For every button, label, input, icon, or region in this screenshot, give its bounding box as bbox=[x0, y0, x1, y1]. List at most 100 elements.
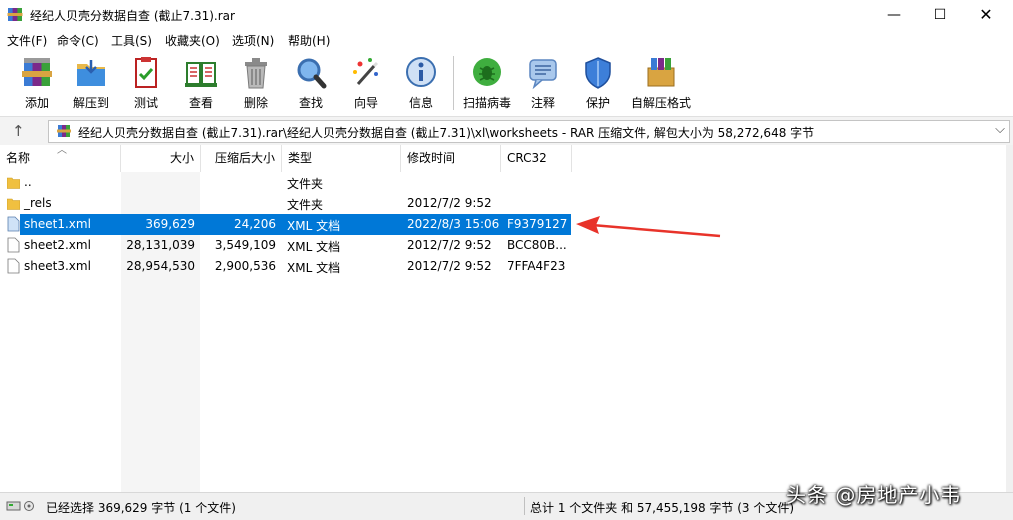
chevron-down-icon[interactable]: ⌵ bbox=[995, 122, 1005, 137]
column-size[interactable]: 大小 bbox=[121, 145, 201, 172]
up-folder-icon[interactable]: ↑ bbox=[12, 122, 25, 140]
comment-icon bbox=[529, 59, 557, 90]
wizard-button[interactable]: 向导 bbox=[339, 54, 393, 112]
path-text: 经纪人贝壳分数据自查 (截止7.31).rar\经纪人贝壳分数据自查 (截止7.… bbox=[78, 126, 815, 140]
column-size-label: 大小 bbox=[169, 151, 194, 165]
column-crc-label: CRC32 bbox=[507, 151, 547, 165]
test-icon bbox=[135, 57, 157, 88]
menu-file[interactable]: 文件(F) bbox=[7, 32, 47, 49]
address-bar: ↑ 经纪人贝壳分数据自查 (截止7.31).rar\经纪人贝壳分数据自查 (截止… bbox=[0, 117, 1013, 145]
delete-icon bbox=[245, 58, 267, 89]
drive-status-icon bbox=[6, 501, 34, 511]
column-modified-label: 修改时间 bbox=[407, 151, 456, 165]
row-modified: 2012/7/2 9:52 bbox=[407, 259, 492, 273]
row-type: XML 文档 bbox=[287, 261, 341, 275]
menu-favorites[interactable]: 收藏夹(O) bbox=[165, 32, 220, 49]
status-divider bbox=[524, 497, 525, 515]
row-modified: 2012/7/2 9:52 bbox=[407, 196, 492, 210]
column-name-label: 名称 bbox=[6, 151, 31, 165]
row-name: sheet1.xml bbox=[24, 217, 91, 231]
menu-help[interactable]: 帮助(H) bbox=[288, 32, 330, 49]
find-icon bbox=[297, 58, 327, 89]
close-button[interactable]: ✕ bbox=[963, 0, 1009, 30]
menu-options[interactable]: 选项(N) bbox=[232, 32, 274, 49]
extract-to-button[interactable]: 解压到 bbox=[64, 54, 118, 112]
table-row[interactable]: _rels 文件夹 2012/7/2 9:52 bbox=[0, 193, 1006, 214]
menu-command[interactable]: 命令(C) bbox=[57, 32, 99, 49]
column-type[interactable]: 类型 bbox=[282, 145, 401, 172]
sfx-button[interactable]: 自解压格式 bbox=[631, 54, 691, 112]
maximize-button[interactable]: ☐ bbox=[917, 0, 963, 30]
file-list: 名称 ︿ 大小 压缩后大小 类型 修改时间 CRC32 .. 文件夹 _rels… bbox=[0, 145, 1006, 492]
watermark: 头条 @房地产小韦 bbox=[786, 483, 962, 507]
column-packed-label: 压缩后大小 bbox=[214, 151, 275, 165]
info-button[interactable]: 信息 bbox=[394, 54, 448, 112]
info-label: 信息 bbox=[408, 96, 433, 110]
column-modified[interactable]: 修改时间 bbox=[401, 145, 501, 172]
protect-label: 保护 bbox=[585, 96, 610, 110]
xml-file-icon bbox=[7, 237, 20, 253]
row-type: 文件夹 bbox=[287, 177, 324, 191]
sfx-label: 自解压格式 bbox=[630, 96, 691, 110]
wizard-icon bbox=[353, 58, 379, 85]
row-type: XML 文档 bbox=[287, 219, 341, 233]
vertical-scrollbar[interactable] bbox=[1006, 145, 1013, 492]
table-row[interactable]: sheet3.xml 28,954,530 2,900,536 XML 文档 2… bbox=[0, 256, 1006, 277]
row-name: _rels bbox=[24, 196, 52, 210]
row-crc: F9379127 bbox=[507, 217, 568, 231]
row-size: 369,629 bbox=[145, 217, 195, 231]
menu-bar: 文件(F) 命令(C) 工具(S) 收藏夹(O) 选项(N) 帮助(H) bbox=[0, 30, 1013, 50]
row-modified: 2022/8/3 15:06 bbox=[407, 217, 500, 231]
toolbar: 添加 解压到 测试 查看 删除 查找 向导 信息 扫描病毒 注释 保护 自解压格… bbox=[0, 50, 1013, 117]
test-button[interactable]: 测试 bbox=[119, 54, 173, 112]
path-field[interactable]: 经纪人贝壳分数据自查 (截止7.31).rar\经纪人贝壳分数据自查 (截止7.… bbox=[48, 120, 1010, 143]
window-title: 经纪人贝壳分数据自查 (截止7.31).rar bbox=[30, 9, 235, 23]
row-name: sheet2.xml bbox=[24, 238, 91, 252]
info-icon bbox=[406, 57, 436, 87]
row-name: sheet3.xml bbox=[24, 259, 91, 273]
find-button[interactable]: 查找 bbox=[284, 54, 338, 112]
delete-button[interactable]: 删除 bbox=[229, 54, 283, 112]
xml-file-icon bbox=[7, 216, 20, 232]
row-size: 28,954,530 bbox=[126, 259, 195, 273]
comment-button[interactable]: 注释 bbox=[516, 54, 570, 112]
table-row[interactable]: sheet2.xml 28,131,039 3,549,109 XML 文档 2… bbox=[0, 235, 1006, 256]
protect-button[interactable]: 保护 bbox=[571, 54, 625, 112]
row-crc: 7FFA4F23 bbox=[507, 259, 566, 273]
row-packed: 3,549,109 bbox=[214, 238, 276, 252]
view-icon bbox=[185, 62, 217, 87]
row-size: 28,131,039 bbox=[126, 238, 195, 252]
table-row[interactable]: .. 文件夹 bbox=[0, 172, 1006, 193]
row-type: 文件夹 bbox=[287, 198, 324, 212]
title-bar: 经纪人贝壳分数据自查 (截止7.31).rar — ☐ ✕ bbox=[0, 0, 1013, 30]
table-row-selected[interactable]: sheet1.xml 369,629 24,206 XML 文档 2022/8/… bbox=[0, 214, 1006, 235]
total-status: 总计 1 个文件夹 和 57,455,198 字节 (3 个文件) bbox=[530, 501, 795, 515]
view-button[interactable]: 查看 bbox=[174, 54, 228, 112]
protect-icon bbox=[585, 57, 611, 89]
folder-icon bbox=[7, 177, 20, 189]
virus-scan-icon bbox=[473, 58, 501, 86]
sfx-icon bbox=[647, 58, 675, 87]
row-name: .. bbox=[24, 175, 32, 189]
selection-status: 已经选择 369,629 字节 (1 个文件) bbox=[46, 501, 236, 515]
row-crc: BCC80B... bbox=[507, 238, 567, 252]
archive-icon bbox=[57, 125, 71, 137]
column-type-label: 类型 bbox=[288, 151, 313, 165]
row-type: XML 文档 bbox=[287, 240, 341, 254]
column-crc[interactable]: CRC32 bbox=[501, 145, 572, 172]
add-archive-icon bbox=[22, 58, 52, 86]
xml-file-icon bbox=[7, 258, 20, 274]
row-packed: 24,206 bbox=[234, 217, 276, 231]
add-button[interactable]: 添加 bbox=[10, 54, 64, 112]
row-packed: 2,900,536 bbox=[214, 259, 276, 273]
red-arrow-annotation bbox=[576, 216, 721, 238]
minimize-button[interactable]: — bbox=[871, 0, 917, 30]
menu-tools[interactable]: 工具(S) bbox=[111, 32, 152, 49]
extract-to-icon bbox=[77, 60, 105, 86]
column-name[interactable]: 名称 ︿ bbox=[0, 145, 121, 172]
column-packed[interactable]: 压缩后大小 bbox=[201, 145, 282, 172]
sort-ascending-icon: ︿ bbox=[57, 145, 67, 156]
row-modified: 2012/7/2 9:52 bbox=[407, 238, 492, 252]
winrar-app-icon bbox=[7, 8, 23, 21]
virus-scan-button[interactable]: 扫描病毒 bbox=[460, 54, 514, 112]
